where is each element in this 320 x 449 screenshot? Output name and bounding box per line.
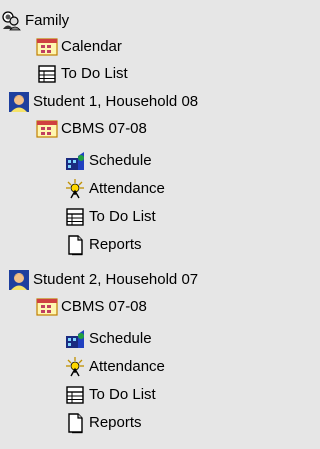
todo-list-icon [64,206,86,228]
tree-node-todo-list[interactable]: To Do List [64,382,156,408]
tree-node-student-1[interactable]: Student 1, Household 08 [8,89,198,115]
student-icon [8,91,30,113]
tree-node-label: Student 1, Household 08 [33,93,199,110]
tree-node-label: Schedule [89,152,152,169]
course-icon [36,296,58,318]
schedule-icon [64,328,86,350]
schedule-icon [64,150,86,172]
tree-node-label: Reports [89,236,142,253]
reports-icon [64,234,86,256]
todo-list-icon [64,384,86,406]
tree-node-label: To Do List [89,208,156,225]
tree-node-course[interactable]: CBMS 07-08 [36,116,147,142]
tree-node-student-2[interactable]: Student 2, Household 07 [8,267,198,293]
student-icon [8,269,30,291]
tree-node-label: Student 2, Household 07 [33,271,199,288]
tree-node-todo-list[interactable]: To Do List [36,61,128,87]
tree-node-label: CBMS 07-08 [61,298,147,315]
tree-node-label: Attendance [89,180,165,197]
tree-node-label: CBMS 07-08 [61,120,147,137]
attendance-icon [64,178,86,200]
attendance-icon [64,356,86,378]
tree-node-label: Schedule [89,330,152,347]
tree-node-reports[interactable]: Reports [64,410,142,436]
reports-icon [64,412,86,434]
course-icon [36,118,58,140]
family-navigation-tree: Family Calendar To Do List Student 1, Ho… [0,0,273,449]
tree-node-label: To Do List [89,386,156,403]
tree-node-attendance[interactable]: Attendance [64,176,165,202]
family-icon [0,10,22,32]
tree-node-label: Calendar [61,38,122,55]
tree-node-calendar[interactable]: Calendar [36,34,122,60]
tree-node-schedule[interactable]: Schedule [64,326,152,352]
tree-node-label: Reports [89,414,142,431]
tree-node-course[interactable]: CBMS 07-08 [36,294,147,320]
tree-node-schedule[interactable]: Schedule [64,148,152,174]
calendar-icon [36,36,58,58]
tree-node-reports[interactable]: Reports [64,232,142,258]
tree-node-label: To Do List [61,65,128,82]
tree-node-attendance[interactable]: Attendance [64,354,165,380]
tree-node-label: Attendance [89,358,165,375]
tree-node-todo-list[interactable]: To Do List [64,204,156,230]
tree-node-family[interactable]: Family [0,8,69,34]
tree-node-label: Family [25,12,70,29]
todo-list-icon [36,63,58,85]
